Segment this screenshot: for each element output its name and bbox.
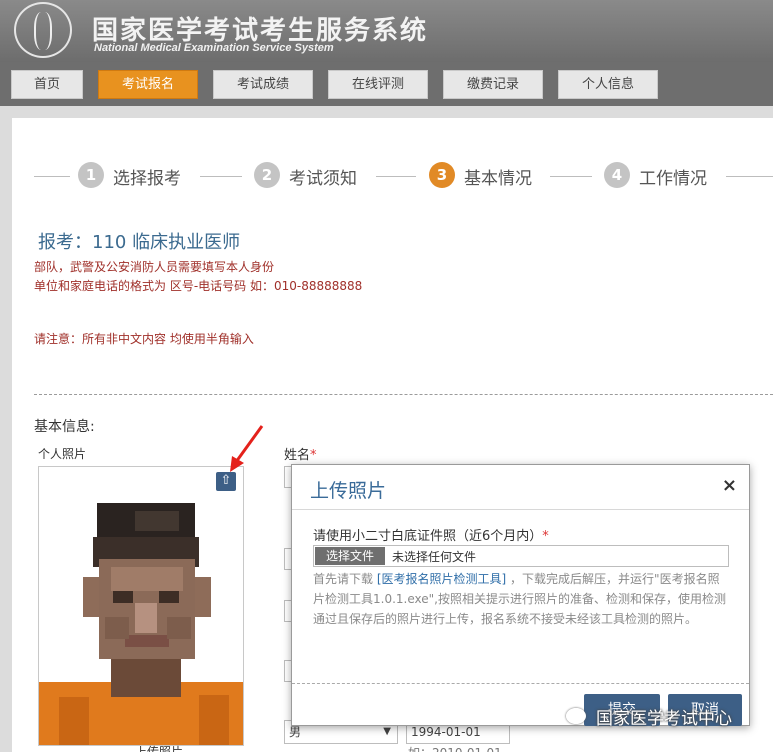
- help-prefix: 首先请下载: [313, 572, 374, 586]
- choose-file-button[interactable]: 选择文件: [315, 547, 385, 565]
- wechat-icon: [566, 708, 586, 724]
- modal-divider: [292, 509, 749, 510]
- modal-footer-divider: [292, 683, 749, 684]
- upload-requirement-label: 请使用小二寸白底证件照（近6个月内）*: [313, 529, 549, 544]
- watermark-text: 国家医学考试中心: [596, 709, 732, 729]
- file-input[interactable]: 选择文件 未选择任何文件: [313, 545, 729, 567]
- file-status: 未选择任何文件: [392, 550, 477, 564]
- close-icon[interactable]: ×: [722, 475, 737, 496]
- download-tool-link[interactable]: [医考报名照片检测工具]: [377, 572, 506, 586]
- modal-help-text: 首先请下载 [医考报名照片检测工具] ，下载完成后解压，并运行"医考报名照片检测…: [313, 569, 731, 629]
- help-suffix: ，下载完成后解压，并运行"医考报名照片检测工具1.0.1.exe",按照相关提示…: [313, 572, 726, 626]
- modal-title: 上传照片: [310, 480, 387, 502]
- upload-photo-modal: 上传照片 × 请使用小二寸白底证件照（近6个月内）* 选择文件 未选择任何文件 …: [291, 464, 750, 726]
